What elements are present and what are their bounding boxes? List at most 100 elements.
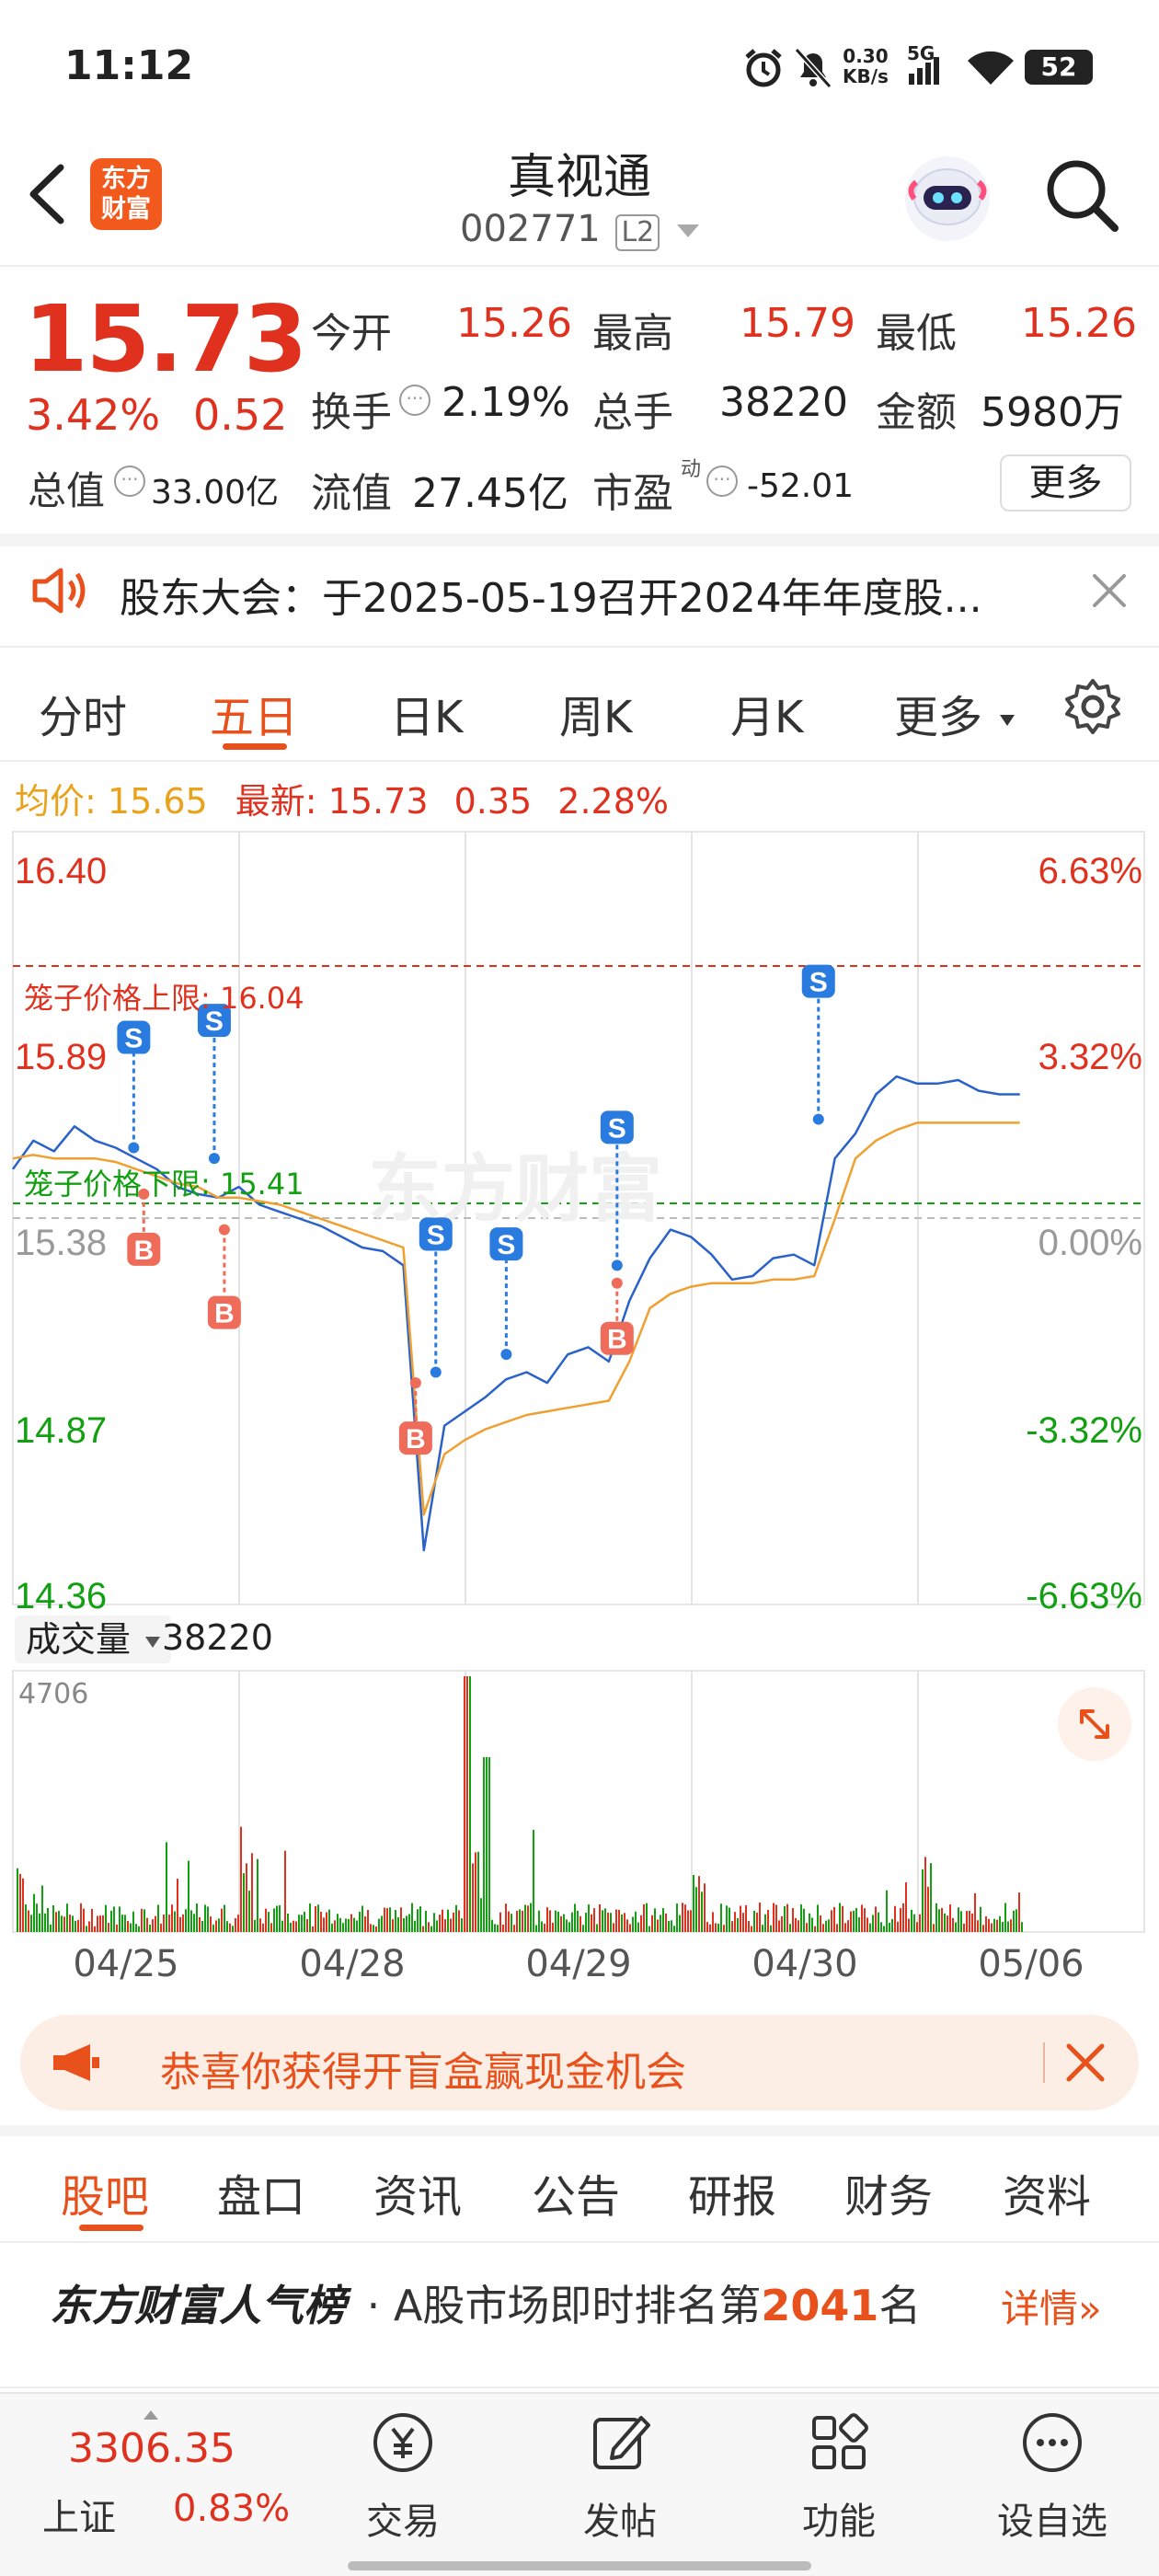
robot-avatar-icon[interactable] (901, 153, 993, 245)
tab-caiwu[interactable]: 财务 (844, 2160, 933, 2225)
volume-bar (662, 1908, 664, 1932)
tab-fenshi[interactable]: 分时 (39, 681, 127, 745)
price-chart[interactable]: 东方财富 SSBBBS SSBS 16.4015.8915.3814.8714.3… (0, 828, 1159, 1610)
volume-bar (196, 1903, 198, 1932)
volume-bar (99, 1915, 101, 1932)
nav-functions[interactable]: 功能 (747, 2407, 931, 2545)
tab-week-k[interactable]: 周K (559, 681, 632, 745)
volume-bar (795, 1917, 797, 1932)
index-ticker[interactable]: 3306.35 上证 0.83% (37, 2410, 313, 2539)
nav-trade[interactable]: 交易 (311, 2407, 495, 2545)
turnover-label: 换手 (311, 389, 392, 436)
info-dots-icon[interactable]: ··· (114, 466, 145, 497)
volume-bar (361, 1905, 363, 1932)
rank-row[interactable]: 东方财富人气榜 · A股市场即时排名第2041名 (50, 2272, 921, 2333)
volume-bar (955, 1922, 957, 1932)
tab-zixun[interactable]: 资讯 (373, 2160, 462, 2225)
volume-bar (924, 1857, 926, 1932)
volume-bar (455, 1904, 457, 1932)
volume-bar (436, 1920, 438, 1932)
volume-bar (723, 1925, 725, 1932)
volume-bar (913, 1914, 915, 1932)
tab-gonggao[interactable]: 公告 (532, 2160, 620, 2225)
volume-bar (560, 1915, 562, 1932)
volume-selector[interactable]: 成交量 (15, 1616, 172, 1663)
volume-bar (935, 1903, 937, 1932)
notice-text[interactable]: 股东大会：于2025-05-19召开2024年年度股... (120, 565, 982, 624)
svg-text:S: S (427, 1221, 445, 1251)
volume-bar (947, 1915, 948, 1932)
expand-chart-button[interactable] (1058, 1687, 1131, 1761)
volume-bar (958, 1907, 959, 1932)
volume-bar (604, 1908, 606, 1932)
tab-month-k[interactable]: 月K (730, 681, 803, 745)
volume-bar (588, 1904, 590, 1932)
volume-bar (817, 1904, 819, 1932)
x-axis-label: 04/29 (525, 1943, 632, 1985)
volume-bar (828, 1919, 830, 1932)
close-icon[interactable] (1091, 572, 1128, 613)
close-icon[interactable] (1065, 2042, 1106, 2087)
volume-bar (651, 1915, 653, 1932)
volume-bar (491, 1919, 493, 1932)
nav-add-watchlist[interactable]: 设自选 (960, 2407, 1144, 2545)
volume-bar (17, 1868, 18, 1932)
tab-yanbao[interactable]: 研报 (688, 2160, 776, 2225)
volume-bar (897, 1921, 899, 1932)
volume-bar (433, 1913, 435, 1932)
tab-more[interactable]: 更多 (894, 681, 1016, 745)
tab-five-day[interactable]: 五日 (210, 681, 298, 745)
promo-banner[interactable]: 恭喜你获得开盲盒赢现金机会 (20, 2015, 1139, 2110)
tab-pankou[interactable]: 盘口 (217, 2160, 305, 2225)
volume-bar (963, 1923, 965, 1932)
volume-bar (353, 1917, 355, 1932)
info-dots-icon[interactable]: ··· (706, 466, 738, 497)
volume-bar (654, 1908, 656, 1932)
rank-detail-label: 详情 (1001, 2286, 1079, 2331)
volume-bar (982, 1925, 984, 1932)
bottom-nav: 3306.35 上证 0.83% 交易 发帖 功能 设自选 (0, 2392, 1159, 2576)
volume-bar (259, 1918, 261, 1932)
volume-bar (775, 1904, 777, 1932)
volume-bar (671, 1920, 672, 1932)
info-dots-icon[interactable]: ··· (399, 385, 430, 416)
volume-bar (61, 1915, 63, 1932)
volume-bar (488, 1757, 490, 1932)
volume-bar (201, 1920, 203, 1932)
volume-bar (624, 1913, 625, 1932)
volume-bar (331, 1923, 333, 1932)
more-quote-button[interactable]: 更多 (1000, 454, 1131, 512)
rank-suffix: 名 (878, 2281, 922, 2330)
volume-chart[interactable] (0, 1667, 1159, 1939)
volume-bar (535, 1925, 537, 1932)
y-left-tick: 15.38 (15, 1223, 107, 1263)
volume-bar (883, 1926, 885, 1932)
y-right-tick: 6.63% (1039, 851, 1142, 891)
x-axis-labels: 04/25 04/28 04/29 04/30 05/06 (0, 1943, 1159, 1989)
volume-bar (571, 1912, 573, 1932)
volume-bar (317, 1904, 319, 1932)
volume-bar (822, 1924, 824, 1932)
tab-day-k[interactable]: 日K (390, 681, 463, 745)
volume-bar (248, 1891, 250, 1932)
volume-bar (806, 1923, 808, 1932)
index-name: 上证 (42, 2497, 116, 2539)
volume-bar (494, 1924, 496, 1932)
volume-bar (610, 1913, 612, 1932)
total-cap-label: 总值 (28, 468, 106, 513)
tab-guba[interactable]: 股吧 (61, 2160, 149, 2225)
volume-bar (971, 1913, 973, 1932)
volume-bar (94, 1926, 96, 1932)
search-icon[interactable] (1043, 156, 1120, 237)
nav-functions-label: 功能 (802, 2501, 876, 2543)
volume-bar (384, 1907, 385, 1932)
rank-detail-link[interactable]: 详情» (1001, 2278, 1102, 2334)
volume-bar (621, 1914, 623, 1932)
volume-bar (143, 1909, 145, 1932)
settings-gear-icon[interactable] (1063, 677, 1122, 740)
volume-bar (163, 1915, 165, 1932)
volume-bar (130, 1923, 132, 1932)
tab-ziliao[interactable]: 资料 (1003, 2160, 1091, 2225)
banner-text: 恭喜你获得开盲盒赢现金机会 (160, 2049, 686, 2096)
nav-post[interactable]: 发帖 (528, 2407, 712, 2545)
